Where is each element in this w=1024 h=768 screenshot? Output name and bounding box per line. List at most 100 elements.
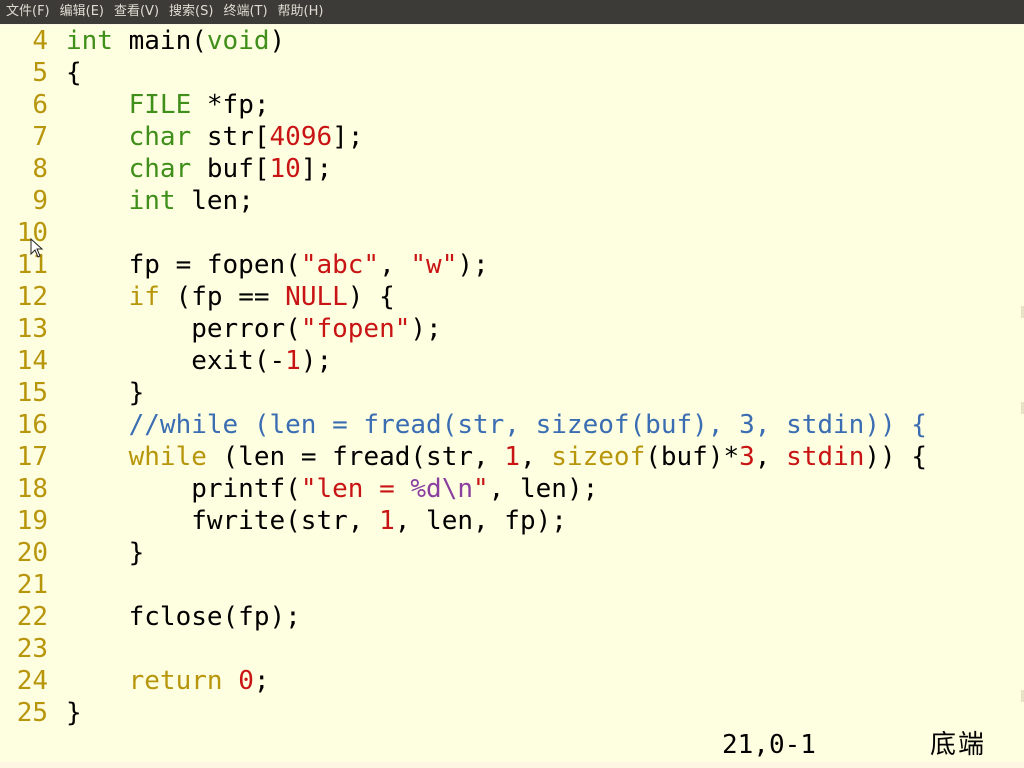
code-text: int main(void) (66, 25, 285, 57)
code-token: )) { (864, 442, 928, 472)
code-text: perror("fopen"); (66, 313, 441, 345)
code-token: printf( (66, 474, 301, 504)
code-token: , (519, 442, 552, 472)
line-number: 5 (32, 58, 48, 88)
code-token: perror( (66, 314, 301, 344)
code-token: fp = fopen( (66, 250, 301, 280)
menu-bar: 文件(F) 编辑(E) 查看(V) 搜索(S) 终端(T) 帮助(H) (0, 0, 1024, 24)
line-number: 23 (16, 634, 48, 664)
code-line: 15 } (0, 377, 1024, 409)
code-token: ]; (300, 154, 333, 184)
line-number: 19 (16, 506, 48, 536)
line-number: 17 (16, 442, 48, 472)
code-token: (buf)* (645, 442, 740, 472)
code-token: main( (112, 26, 207, 56)
scroll-position: 底端 (930, 730, 987, 760)
code-token: fwrite(str, (66, 506, 380, 536)
line-number: 6 (32, 90, 48, 120)
code-line: 12 if (fp == NULL) { (0, 281, 1024, 313)
code-token: 1 (379, 506, 395, 536)
code-text: fclose(fp); (66, 601, 301, 633)
code-token: char (128, 122, 192, 152)
code-line: 25} (0, 697, 1024, 729)
code-token: } (66, 378, 145, 408)
code-token: stdin (786, 442, 865, 472)
code-text: { (66, 57, 82, 89)
code-token: char (128, 154, 192, 184)
code-text: //while (len = fread(str, sizeof(buf), 3… (66, 409, 927, 441)
code-token: { (66, 58, 82, 88)
menu-file[interactable]: 文件(F) (4, 0, 58, 24)
code-token: } (66, 698, 82, 728)
code-token: buf[ (191, 154, 270, 184)
code-token: //while (len = fread(str, sizeof(buf), 3… (128, 410, 927, 440)
code-text: } (66, 377, 145, 409)
line-number: 9 (32, 186, 48, 216)
code-line: 21 (0, 569, 1024, 601)
menu-edit[interactable]: 编辑(E) (58, 0, 112, 24)
code-token: int (128, 186, 176, 216)
code-token: 0 (238, 666, 254, 696)
code-line: 9 int len; (0, 185, 1024, 217)
line-number: 14 (16, 346, 48, 376)
code-token: ; (253, 666, 270, 696)
terminal-editor-area[interactable]: 4 int main(void) 5{6 FILE *fp; 7 char str[4… (0, 25, 1024, 740)
vim-status-line: 21,0-1 底端 (0, 728, 1024, 762)
code-token: , (754, 442, 787, 472)
line-number: 4 (32, 26, 48, 56)
code-text: return 0; (66, 665, 270, 697)
code-token: ) (269, 26, 286, 56)
code-line: 19 fwrite(str, 1, len, fp); (0, 505, 1024, 537)
code-text: fwrite(str, 1, len, fp); (66, 505, 567, 537)
code-text: FILE *fp; (66, 89, 270, 121)
line-number: 18 (16, 474, 48, 504)
line-number: 15 (16, 378, 48, 408)
code-token: "w" (410, 250, 458, 280)
code-token: return (128, 666, 223, 696)
code-token: ) { (347, 282, 395, 312)
code-line: 24 return 0; (0, 665, 1024, 697)
code-line: 17 while (len = fread(str, 1, sizeof(buf… (0, 441, 1024, 473)
line-number: 21 (16, 570, 48, 600)
code-token: exit(- (66, 346, 286, 376)
code-token: 1 (285, 346, 301, 376)
code-text: char buf[10]; (66, 153, 333, 185)
code-line: 14 exit(-1); (0, 345, 1024, 377)
code-line: 4 int main(void) (0, 25, 1024, 57)
code-token: (fp == (159, 282, 286, 312)
code-token: "fopen" (300, 314, 411, 344)
code-token: , len); (488, 474, 599, 504)
code-line: 10 (0, 217, 1024, 249)
line-number: 13 (16, 314, 48, 344)
line-number: 8 (32, 154, 48, 184)
code-token: len; (175, 186, 254, 216)
code-line: 11 fp = fopen("abc", "w"); (0, 249, 1024, 281)
code-token: } (66, 538, 145, 568)
code-text: } (66, 697, 82, 729)
code-line: 22 fclose(fp); (0, 601, 1024, 633)
line-number: 22 (16, 602, 48, 632)
code-text: exit(-1); (66, 345, 332, 377)
code-line: 8 char buf[10]; (0, 153, 1024, 185)
menu-view[interactable]: 查看(V) (112, 0, 167, 24)
line-number: 25 (16, 698, 48, 728)
menu-search[interactable]: 搜索(S) (167, 0, 221, 24)
code-token: 1 (504, 442, 520, 472)
line-number: 24 (16, 666, 48, 696)
line-number: 12 (16, 282, 48, 312)
cursor-position: 21,0-1 (722, 730, 816, 760)
code-line: 18 printf("len = %d\n", len); (0, 473, 1024, 505)
code-token: while (128, 442, 207, 472)
code-token: if (128, 282, 160, 312)
code-text: int len; (66, 185, 254, 217)
code-token: " (473, 474, 489, 504)
menu-help[interactable]: 帮助(H) (276, 0, 332, 24)
code-token: 3 (739, 442, 755, 472)
menu-terminal[interactable]: 终端(T) (221, 0, 275, 24)
